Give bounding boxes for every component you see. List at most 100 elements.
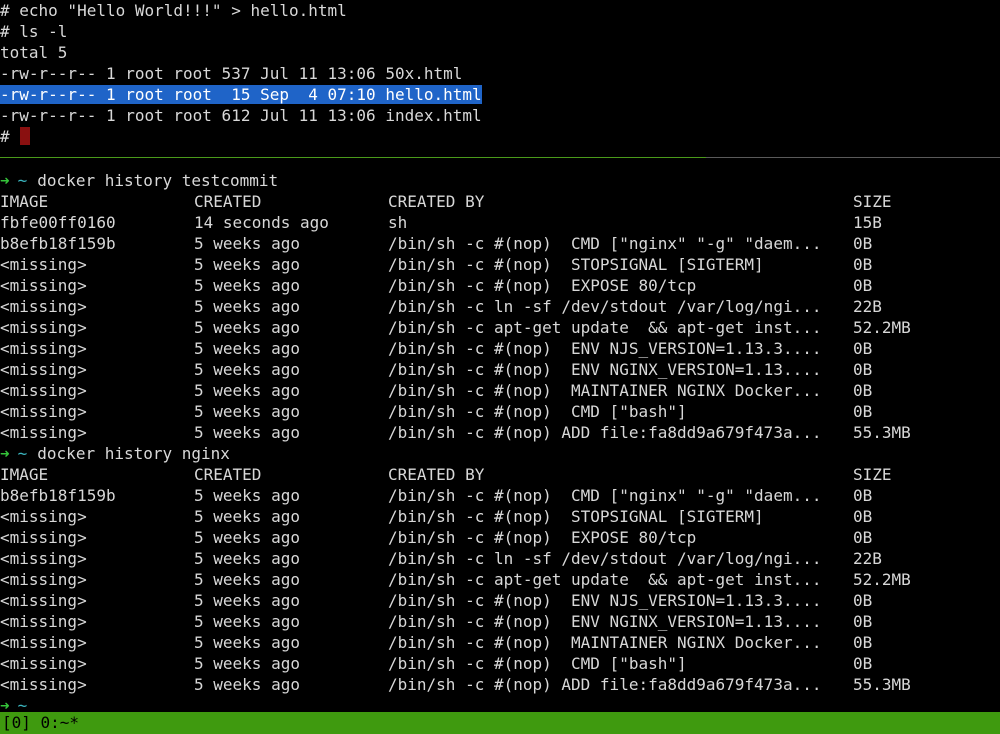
command-text: docker history testcommit (37, 171, 279, 190)
terminal-line: # ls -l (0, 22, 68, 41)
size-cell: 0B (853, 255, 873, 274)
column-header: CREATED BY (388, 465, 485, 484)
table-row: <missing> 5 weeks ago/bin/sh -c #(nop) AD… (0, 422, 1000, 443)
size-cell: 15B (853, 213, 882, 232)
prompt-arrow-icon: ➜ (0, 171, 10, 190)
created-cell: 5 weeks ago (194, 549, 300, 568)
terminal-prompt-line[interactable]: # (0, 126, 1000, 147)
column-header: CREATED (194, 192, 262, 211)
size-cell: 0B (853, 528, 873, 547)
created-cell: 5 weeks ago (194, 339, 300, 358)
terminal-line-selected: -rw-r--r-- 1 root root 15 Sep 4 07:10 he… (0, 84, 1000, 105)
created-cell: 5 weeks ago (194, 276, 300, 295)
created-cell: 5 weeks ago (194, 234, 300, 253)
image-cell: b8efb18f159b (0, 234, 116, 253)
size-cell: 55.3MB (853, 675, 911, 694)
terminal-line: -rw-r--r-- 1 root root 537 Jul 11 13:06 … (0, 64, 463, 83)
created-cell: 5 weeks ago (194, 381, 300, 400)
created-cell: 5 weeks ago (194, 402, 300, 421)
created-by-cell: sh (388, 213, 408, 232)
created-cell: 5 weeks ago (194, 675, 300, 694)
created-by-cell: /bin/sh -c #(nop) CMD ["bash"] (388, 402, 687, 421)
terminal-pane-top[interactable]: # echo "Hello World!!!" > hello.html # l… (0, 0, 1000, 152)
command-text: docker history nginx (37, 444, 230, 463)
column-header: SIZE (853, 465, 892, 484)
table-row: <missing> 5 weeks ago/bin/sh -c #(nop) MA… (0, 380, 1000, 401)
image-cell: <missing> (0, 276, 87, 295)
image-cell: <missing> (0, 675, 87, 694)
table-header: IMAGE CREATED CREATED BY SIZE (0, 191, 1000, 212)
image-cell: <missing> (0, 360, 87, 379)
created-cell: 5 weeks ago (194, 570, 300, 589)
table-row: <missing> 5 weeks ago/bin/sh -c #(nop) EX… (0, 275, 1000, 296)
created-cell: 5 weeks ago (194, 297, 300, 316)
created-by-cell: /bin/sh -c #(nop) ENV NGINX_VERSION=1.13… (388, 360, 822, 379)
window-list[interactable]: [0] 0:~* (2, 713, 79, 732)
created-cell: 14 seconds ago (194, 213, 329, 232)
size-cell: 22B (853, 297, 882, 316)
terminal-pane-bottom[interactable]: ➜ ~ docker history testcommit IMAGE CREATED… (0, 170, 1000, 715)
image-cell: <missing> (0, 423, 87, 442)
created-by-cell: /bin/sh -c #(nop) STOPSIGNAL [SIGTERM] (388, 255, 764, 274)
prompt-cwd: ~ (17, 171, 28, 190)
image-cell: <missing> (0, 591, 87, 610)
created-cell: 5 weeks ago (194, 486, 300, 505)
size-cell: 0B (853, 486, 873, 505)
created-cell: 5 weeks ago (194, 318, 300, 337)
created-by-cell: /bin/sh -c #(nop) ENV NJS_VERSION=1.13.3… (388, 591, 822, 610)
size-cell: 52.2MB (853, 570, 911, 589)
table-row: <missing> 5 weeks ago/bin/sh -c #(nop) AD… (0, 674, 1000, 695)
table-row: <missing> 5 weeks ago/bin/sh -c #(nop) EN… (0, 359, 1000, 380)
created-by-cell: /bin/sh -c #(nop) MAINTAINER NGINX Docke… (388, 633, 822, 652)
table-row: <missing> 5 weeks ago/bin/sh -c #(nop) EN… (0, 611, 1000, 632)
created-by-cell: /bin/sh -c ln -sf /dev/stdout /var/log/n… (388, 297, 822, 316)
table-row: fbfe00ff0160 14 seconds ago sh 15B (0, 212, 1000, 233)
created-cell: 5 weeks ago (194, 255, 300, 274)
created-cell: 5 weeks ago (194, 633, 300, 652)
size-cell: 55.3MB (853, 423, 911, 442)
created-by-cell: /bin/sh -c #(nop) CMD ["nginx" "-g" "dae… (388, 234, 822, 253)
table-row: <missing> 5 weeks ago/bin/sh -c apt-get u… (0, 569, 1000, 590)
column-header: CREATED (194, 465, 262, 484)
size-cell: 0B (853, 654, 873, 673)
image-cell: <missing> (0, 507, 87, 526)
image-cell: <missing> (0, 612, 87, 631)
created-cell: 5 weeks ago (194, 612, 300, 631)
created-by-cell: /bin/sh -c #(nop) ENV NGINX_VERSION=1.13… (388, 612, 822, 631)
size-cell: 0B (853, 612, 873, 631)
prompt-cwd: ~ (17, 444, 28, 463)
image-cell: b8efb18f159b (0, 486, 116, 505)
size-cell: 0B (853, 234, 873, 253)
image-cell: fbfe00ff0160 (0, 213, 116, 232)
image-cell: <missing> (0, 402, 87, 421)
pane-divider-active (0, 157, 706, 158)
prompt-line: ➜ ~ docker history testcommit (0, 170, 1000, 191)
size-cell: 0B (853, 633, 873, 652)
history-table-testcommit: IMAGE CREATED CREATED BY SIZE fbfe00ff0160 14… (0, 191, 1000, 443)
column-header: IMAGE (0, 465, 49, 484)
created-by-cell: /bin/sh -c #(nop) ADD file:fa8dd9a679f47… (388, 423, 822, 442)
terminal-line: -rw-r--r-- 1 root root 612 Jul 11 13:06 … (0, 106, 482, 125)
size-cell: 0B (853, 507, 873, 526)
table-row: <missing> 5 weeks ago/bin/sh -c #(nop) ST… (0, 506, 1000, 527)
image-cell: <missing> (0, 297, 87, 316)
created-by-cell: /bin/sh -c #(nop) ENV NJS_VERSION=1.13.3… (388, 339, 822, 358)
column-header: IMAGE (0, 192, 49, 211)
size-cell: 0B (853, 276, 873, 295)
size-cell: 0B (853, 402, 873, 421)
image-cell: <missing> (0, 570, 87, 589)
image-cell: <missing> (0, 654, 87, 673)
size-cell: 0B (853, 591, 873, 610)
created-by-cell: /bin/sh -c #(nop) EXPOSE 80/tcp (388, 276, 697, 295)
created-cell: 5 weeks ago (194, 654, 300, 673)
created-by-cell: /bin/sh -c #(nop) ADD file:fa8dd9a679f47… (388, 675, 822, 694)
selection-highlight: -rw-r--r-- 1 root root 15 Sep 4 07:10 he… (0, 85, 482, 104)
created-cell: 5 weeks ago (194, 360, 300, 379)
size-cell: 0B (853, 360, 873, 379)
table-row: <missing> 5 weeks ago/bin/sh -c #(nop) ST… (0, 254, 1000, 275)
table-row: b8efb18f159b 5 weeks ago/bin/sh -c #(nop)… (0, 233, 1000, 254)
prompt-arrow-icon: ➜ (0, 444, 10, 463)
table-row: <missing> 5 weeks ago/bin/sh -c #(nop) MA… (0, 632, 1000, 653)
tmux-status-bar[interactable]: [0] 0:~* (0, 712, 1000, 734)
created-by-cell: /bin/sh -c #(nop) STOPSIGNAL [SIGTERM] (388, 507, 764, 526)
